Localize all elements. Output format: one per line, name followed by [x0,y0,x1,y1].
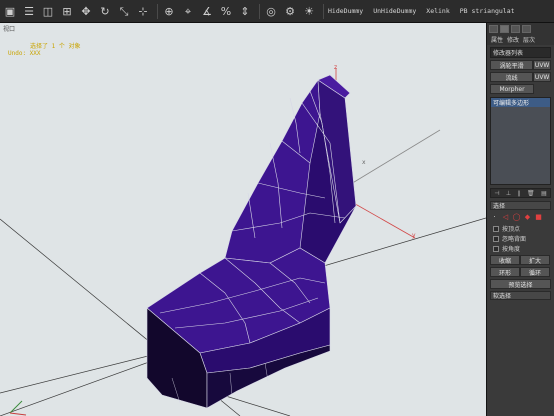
window-crossing-icon[interactable]: ⊞ [60,4,74,18]
spinner-snap-icon[interactable]: ⇕ [238,4,252,18]
toolbar-divider [259,3,260,19]
toolbar-divider [157,3,158,19]
gizmo-z-label: z [334,64,337,71]
tab-modify[interactable]: 修改 [505,35,521,44]
pivot-icon[interactable]: ⊕ [162,4,176,18]
make-unique-icon[interactable]: ∥ [518,189,521,197]
pb-triangulate-button[interactable]: PB striangulat [460,7,515,15]
border-icon[interactable]: ◯ [512,213,521,222]
percent-snap-icon[interactable]: % [219,4,233,18]
shrink-button[interactable]: 收缩 [490,255,520,265]
remove-modifier-icon[interactable]: 🗑 [527,189,535,197]
car-seat-model[interactable] [146,74,357,409]
modifier-button-row: 涡轮平滑 UVW [490,60,551,70]
loop-button[interactable]: 循环 [520,267,550,277]
material-editor-icon[interactable]: ◎ [264,4,278,18]
main-toolbar: ▣ ☰ ◫ ⊞ ✥ ↻ ⤡ ⊹ ⊕ ⌖ ∡ % ⇕ ◎ ⚙ ☀ HideDumm… [0,0,554,23]
turbosmooth-button[interactable]: 涡轮平滑 [490,60,534,70]
angle-snap-icon[interactable]: ∡ [200,4,214,18]
configure-sets-icon[interactable]: ▤ [541,189,547,197]
render-icon[interactable]: ☀ [302,4,316,18]
unhide-dummy-button[interactable]: UnHideDummy [373,7,416,15]
selection-button-row: 环形 循环 [490,267,551,277]
panel-tab-labels: 属性 修改 层次 [487,34,554,45]
select-icon[interactable]: ▣ [3,4,17,18]
tab-attributes[interactable]: 属性 [489,35,505,44]
toolbar-divider [323,3,324,19]
motion-tab-icon[interactable] [522,24,531,33]
world-axis-y [9,400,23,414]
pin-stack-icon[interactable]: ⊣ [494,189,499,197]
stack-tools: ⊣ ⊥ ∥ 🗑 ▤ [490,188,551,198]
hierarchy-tab-icon[interactable] [511,24,520,33]
vertex-icon[interactable]: · [490,213,499,222]
command-panel: 属性 修改 层次 修改器列表 涡轮平滑 UVW 流线 UVW Morpher 可… [486,23,554,416]
perspective-viewport[interactable]: z x y 视口 选择了 1 个 对象 Undo: XXX [0,23,486,416]
modifier-list-dropdown[interactable]: 修改器列表 [490,47,551,58]
modifier-stack[interactable]: 可编辑多边形 [490,97,551,185]
rotate-icon[interactable]: ↻ [98,4,112,18]
fillet-button[interactable]: 流线 [490,72,534,82]
move-icon[interactable]: ✥ [79,4,93,18]
create-tab-icon[interactable] [489,24,498,33]
by-vertex-label: 按顶点 [502,226,521,233]
by-angle-checkbox[interactable]: 按角度 [493,244,548,253]
polygon-icon[interactable]: ◆ [523,213,532,222]
ring-button[interactable]: 环形 [490,267,520,277]
select-by-name-icon[interactable]: ☰ [22,4,36,18]
selection-count-text: 选择了 1 个 对象 [30,43,81,50]
modifier-button-row: Morpher [490,84,551,94]
uvw-button[interactable]: UVW [533,60,551,70]
element-icon[interactable]: ■ [534,213,543,222]
viewport-label[interactable]: 视口 [3,24,15,33]
by-vertex-checkbox[interactable]: 按顶点 [493,224,548,233]
max-window: ▣ ☰ ◫ ⊞ ✥ ↻ ⤡ ⊹ ⊕ ⌖ ∡ % ⇕ ◎ ⚙ ☀ HideDumm… [0,0,554,416]
hide-dummy-button[interactable]: HideDummy [328,7,363,15]
xelink-button[interactable]: Xelink [426,7,449,15]
modifier-button-row: 流线 UVW [490,72,551,82]
reference-coord-icon[interactable]: ⊹ [136,4,150,18]
viewport-canvas[interactable]: z x y [0,23,486,416]
gizmo-x-label: x [362,159,366,166]
scale-icon[interactable]: ⤡ [117,4,131,18]
morpher-button[interactable]: Morpher [490,84,534,94]
world-axis-x [9,412,27,416]
ignore-backfacing-checkbox[interactable]: 忽略背面 [493,234,548,243]
by-angle-label: 按角度 [502,246,521,253]
ignore-backfacing-label: 忽略背面 [502,236,527,243]
rect-select-icon[interactable]: ◫ [41,4,55,18]
subobject-row: · ◁ ◯ ◆ ■ [490,212,551,222]
snap-icon[interactable]: ⌖ [181,4,195,18]
rollout-selection[interactable]: 选择 [490,201,551,210]
edge-icon[interactable]: ◁ [501,213,510,222]
grow-button[interactable]: 扩大 [520,255,550,265]
tab-hierarchy[interactable]: 层次 [521,35,537,44]
undo-status-text: Undo: XXX [8,50,41,57]
show-end-result-icon[interactable]: ⊥ [506,189,511,197]
render-setup-icon[interactable]: ⚙ [283,4,297,18]
uvw-map-button[interactable]: UVW [533,72,551,82]
modify-tab-icon[interactable] [500,24,509,33]
rollout-soft-selection[interactable]: 软选择 [490,291,551,300]
selection-button-row: 收缩 扩大 [490,255,551,265]
preview-selection-dropdown[interactable]: 预览选择 [490,279,551,289]
panel-tab-icons [487,23,554,34]
preview-selection-row: 预览选择 [490,279,551,289]
gizmo-y-label: y [412,232,416,239]
stack-item-editable-poly[interactable]: 可编辑多边形 [491,98,550,107]
